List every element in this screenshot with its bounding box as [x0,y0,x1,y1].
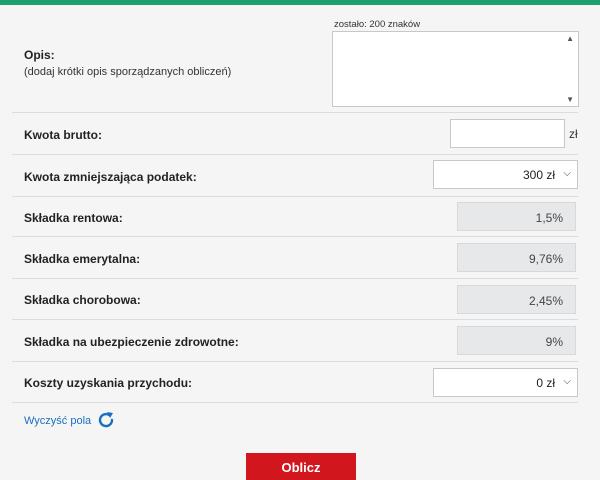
chevron-down-icon: ⌵ [563,168,571,179]
scroll-down-icon[interactable]: ▼ [566,95,574,104]
description-label: Opis: [24,48,55,62]
health-value: 9% [545,335,563,349]
refresh-icon[interactable] [96,410,116,430]
health-label: Składka na ubezpieczenie zdrowotne: [24,335,239,349]
description-hint: (dodaj krótki opis sporządzanych oblicze… [24,66,232,78]
clear-fields-link[interactable]: Wyczyść pola [24,415,91,427]
retirement-label: Składka emerytalna: [24,252,141,266]
description-textarea[interactable]: ▲ ▼ [332,31,579,107]
tax-reducing-value: 300 zł [522,168,555,182]
sickness-field: 2,45% [457,285,576,314]
gross-unit: zł [569,127,578,141]
sickness-value: 2,45% [528,294,563,308]
scroll-up-icon[interactable]: ▲ [566,34,574,43]
retirement-field: 9,76% [457,243,576,272]
gross-amount-input[interactable] [450,119,565,148]
costs-select[interactable]: 0 zł ⌵ [433,368,578,397]
pension-field: 1,5% [457,202,576,231]
gross-label: Kwota brutto: [24,128,102,142]
tax-reducing-select[interactable]: 300 zł ⌵ [433,160,578,189]
char-counter: zostało: 200 znaków [334,19,421,30]
sickness-label: Składka chorobowa: [24,293,141,307]
costs-value: 0 zł [536,376,555,390]
pension-value: 1,5% [535,211,563,225]
health-field: 9% [457,326,576,355]
calculate-button[interactable]: Oblicz [246,453,356,480]
retirement-value: 9,76% [528,252,563,266]
chevron-down-icon: ⌵ [563,376,571,387]
costs-label: Koszty uzyskania przychodu: [24,376,193,390]
tax-reducing-label: Kwota zmniejszająca podatek: [24,170,197,184]
pension-label: Składka rentowa: [24,211,123,225]
